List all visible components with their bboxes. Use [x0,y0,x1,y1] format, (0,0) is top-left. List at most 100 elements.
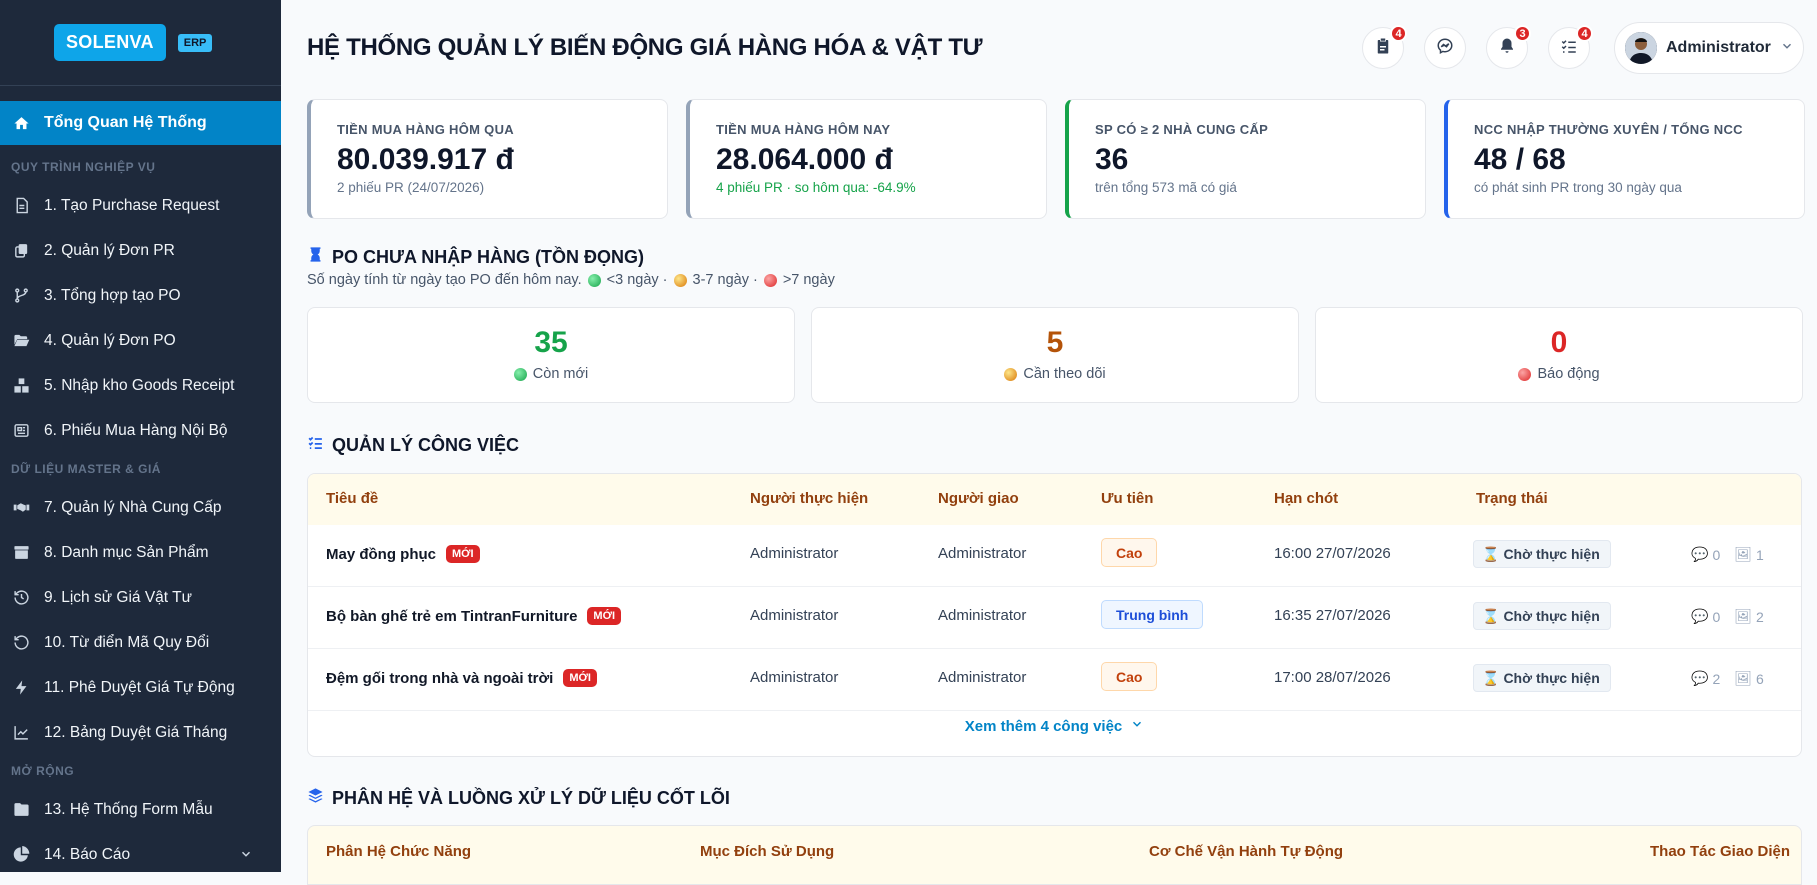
column-header[interactable]: Thao Tác Giao Diện [1650,843,1790,860]
tasks-button[interactable]: 4 [1548,25,1593,69]
column-header[interactable]: Người giao [938,490,1019,507]
notifications-button[interactable]: 3 [1486,25,1531,69]
sidebar-item-monthly-approval[interactable]: 12. Bảng Duyệt Giá Tháng [0,710,281,755]
stat-card-yesterday: TIỀN MUA HÀNG HÔM QUA 80.039.917 đ 2 phi… [307,99,668,219]
po-count: 5 [1046,326,1064,359]
sidebar-item-goods-receipt[interactable]: 5. Nhập kho Goods Receipt [0,363,281,408]
layers-icon [307,787,324,809]
messenger-button[interactable] [1424,27,1466,69]
sidebar-item-create-po[interactable]: 3. Tổng hợp tạo PO [0,273,281,318]
home-icon [12,114,30,132]
deadline: 17:00 28/07/2026 [1274,669,1391,686]
tasks-section-title: QUẢN LÝ CÔNG VIỆC [307,434,519,456]
sidebar-item-form-templates[interactable]: 13. Hệ Thống Form Mẫu [0,787,281,832]
status-badge: ⌛ Chờ thực hiện [1473,602,1611,630]
assignee: Administrator [750,669,839,686]
hourglass-icon: ⌛ [1482,545,1500,562]
stat-label: NCC NHẬP THƯỜNG XUYÊN / TỔNG NCC [1474,122,1743,137]
user-menu[interactable]: Administrator [1614,22,1804,74]
po-card-label: Báo động [1537,366,1600,382]
sidebar-item-products[interactable]: 8. Danh mục Sản Phẩm [0,530,281,575]
image-icon: 🖼 [1734,608,1753,624]
sidebar-item-price-history[interactable]: 9. Lịch sử Giá Vật Tư [0,575,281,620]
assigner: Administrator [938,669,1027,686]
notification-badge: 4 [1576,25,1593,42]
po-card-label: Cần theo dõi [1023,366,1106,382]
deadline: 16:00 27/07/2026 [1274,545,1391,562]
group-label-process: QUY TRÌNH NGHIỆP VỤ [11,160,156,174]
undo-icon [12,634,30,652]
column-header[interactable]: Trạng thái [1476,490,1548,507]
task-list-icon [307,434,324,456]
stat-card-today: TIỀN MUA HÀNG HÔM NAY 28.064.000 đ 4 phi… [686,99,1047,219]
priority-badge: Trung bình [1101,600,1204,629]
sidebar-item-auto-approval[interactable]: 11. Phê Duyệt Giá Tự Động [0,665,281,710]
task-title[interactable]: Đệm gối trong nhà và ngoài trời MỚI [326,669,597,687]
sidebar-item-label: 4. Quản lý Đơn PO [44,331,176,349]
stat-sub: trên tổng 573 mã có giá [1095,180,1237,195]
po-card-watch[interactable]: 5 Cần theo dõi [811,307,1299,403]
table-row[interactable]: May đồng phục MỚI Administrator Administr… [308,525,1801,587]
page-title: HỆ THỐNG QUẢN LÝ BIẾN ĐỘNG GIÁ HÀNG HÓA … [307,34,983,61]
table-row[interactable]: Đệm gối trong nhà và ngoài trời MỚI Admin… [308,649,1801,711]
task-meta: 💬 0 🖼 2 [1691,608,1764,625]
table-row[interactable]: Bộ bàn ghế trẻ em TintranFurniture MỚI Ad… [308,587,1801,649]
hourglass-icon [307,246,324,268]
sidebar-item-reports[interactable]: 14. Báo Cáo [0,832,281,872]
column-header[interactable]: Mục Đích Sử Dụng [700,843,834,860]
clipboard-icon [1374,37,1392,60]
column-header[interactable]: Phân Hệ Chức Năng [326,843,471,860]
folder-icon [12,801,30,819]
sidebar-item-suppliers[interactable]: 7. Quản lý Nhà Cung Cấp [0,485,281,530]
bolt-icon [12,679,30,697]
stat-label: TIỀN MUA HÀNG HÔM QUA [337,122,514,137]
copy-icon [12,242,30,260]
comment-count: 💬 0 [1691,546,1721,563]
sidebar-item-internal-purchase[interactable]: 6. Phiếu Mua Hàng Nội Bộ [0,408,281,453]
legend-alarm: >7 ngày [782,272,835,288]
image-count: 🖼 2 [1734,608,1764,625]
history-icon [12,589,30,607]
column-header[interactable]: Người thực hiện [750,490,868,507]
assignee: Administrator [750,545,839,562]
task-title[interactable]: Bộ bàn ghế trẻ em TintranFurniture MỚI [326,607,622,625]
sidebar-item-label: 6. Phiếu Mua Hàng Nội Bộ [44,421,228,439]
logo[interactable]: SOLENVA [54,24,166,61]
notification-badge: 3 [1514,25,1531,42]
po-card-new[interactable]: 35 Còn mới [307,307,795,403]
po-count: 0 [1550,326,1568,359]
core-table-header: Phân Hệ Chức Năng Mục Đích Sử Dụng Cơ Ch… [307,825,1802,885]
task-title[interactable]: May đồng phục MỚI [326,545,480,563]
sidebar-item-label: 12. Bảng Duyệt Giá Tháng [44,723,228,741]
column-header[interactable]: Tiêu đề [326,490,378,507]
chevron-down-icon[interactable] [239,847,253,866]
brand: SOLENVA ERP [0,0,281,86]
main-content: HỆ THỐNG QUẢN LÝ BIẾN ĐỘNG GIÁ HÀNG HÓA … [281,0,1817,885]
new-badge: MỚI [446,545,480,563]
comment-icon: 💬 [1691,546,1709,562]
sidebar-item-create-pr[interactable]: 1. Tạo Purchase Request [0,183,281,228]
pie-chart-icon [12,846,30,864]
column-header[interactable]: Hạn chót [1274,490,1338,507]
sidebar-item-manage-po[interactable]: 4. Quản lý Đơn PO [0,318,281,363]
sidebar-item-label: 14. Báo Cáo [44,845,131,863]
hourglass-icon: ⌛ [1482,669,1500,686]
show-more-text: Xem thêm 4 công việc [964,717,1123,735]
column-header[interactable]: Cơ Chế Vận Hành Tự Động [1149,843,1343,860]
branch-icon [12,287,30,305]
sidebar-item-label: 7. Quản lý Nhà Cung Cấp [44,498,222,516]
legend-new: <3 ngày · [606,272,668,288]
po-card-alarm[interactable]: 0 Báo động [1315,307,1803,403]
sidebar-item-code-dictionary[interactable]: 10. Từ điển Mã Quy Đổi [0,620,281,665]
clipboard-button[interactable]: 4 [1362,25,1407,69]
sidebar-item-overview[interactable]: Tổng Quan Hệ Thống [0,101,281,145]
sidebar-item-label: 9. Lịch sử Giá Vật Tư [44,588,192,606]
po-subtitle-text: Số ngày tính từ ngày tạo PO đến hôm nay. [307,272,582,288]
show-more-tasks-link[interactable]: Xem thêm 4 công việc [308,717,1801,735]
sidebar-item-manage-pr[interactable]: 2. Quản lý Đơn PR [0,228,281,273]
yellow-dot-icon [1004,367,1018,381]
stat-sub: 4 phiếu PR · so hôm qua: -64.9% [716,180,916,195]
sidebar-item-label: 10. Từ điển Mã Quy Đổi [44,633,210,651]
column-header[interactable]: Ưu tiên [1101,490,1153,507]
po-count: 35 [534,326,568,359]
